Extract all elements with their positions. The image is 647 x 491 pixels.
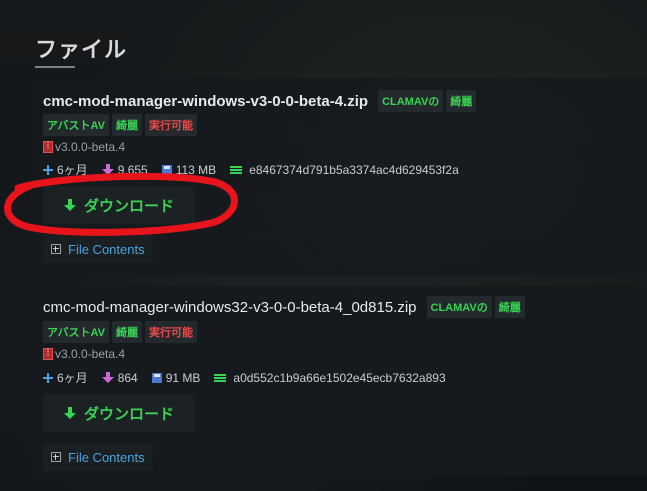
avast-status-badge: 綺麗 — [112, 114, 143, 136]
filename: cmc-mod-manager-windows32-v3-0-0-beta-4_… — [43, 298, 417, 316]
expand-box-icon — [51, 452, 61, 462]
archive-icon — [43, 348, 53, 360]
avast-status-badge: 綺麗 — [112, 321, 143, 343]
av-row: アバストAV 綺麗 実行可能 — [43, 114, 198, 136]
version-text: v3.0.0-beta.4 — [55, 347, 126, 361]
archive-icon — [43, 141, 53, 153]
avast-label: アバストAV — [43, 114, 110, 136]
age-item: 6ヶ月 — [43, 369, 88, 386]
plus-icon — [43, 372, 53, 383]
hash-item: a0d552c1b9a66e1502e45ecb7632a893 — [214, 370, 446, 385]
version-text: v3.0.0-beta.4 — [55, 140, 126, 154]
hash-text: a0d552c1b9a66e1502e45ecb7632a893 — [233, 370, 446, 385]
clamav-status-badge: 綺麗 — [446, 90, 477, 112]
avast-label: アバストAV — [43, 321, 110, 343]
executable-badge: 実行可能 — [145, 321, 198, 343]
file-contents-link[interactable]: File Contents — [43, 443, 153, 471]
filename-row: cmc-mod-manager-windows-v3-0-0-beta-4.zi… — [43, 90, 477, 112]
expand-box-icon — [51, 244, 61, 254]
hash-lines-icon — [214, 373, 227, 382]
arrow-down-icon — [63, 407, 76, 419]
file-card: cmc-mod-manager-windows32-v3-0-0-beta-4_… — [30, 286, 647, 476]
download-button[interactable]: ダウンロード — [43, 394, 195, 432]
annotation-circle — [4, 172, 238, 236]
size-text: 91 MB — [165, 370, 201, 385]
downloads-count: 864 — [117, 370, 138, 385]
title-underline — [35, 66, 75, 68]
file-contents-label: File Contents — [68, 241, 145, 257]
file-contents-label: File Contents — [68, 449, 145, 465]
section-title: ファイル — [35, 37, 128, 62]
hash-text: e8467374d791b5a3374ac4d629453f2a — [249, 162, 459, 177]
version-row: v3.0.0-beta.4 — [43, 140, 125, 154]
download-label: ダウンロード — [83, 405, 174, 423]
hash-item: e8467374d791b5a3374ac4d629453f2a — [230, 163, 459, 177]
size-item: 91 MB — [151, 370, 201, 385]
filename: cmc-mod-manager-windows-v3-0-0-beta-4.zi… — [43, 92, 369, 110]
disk-icon — [151, 372, 162, 383]
version-row: v3.0.0-beta.4 — [43, 347, 125, 361]
filename-row: cmc-mod-manager-windows32-v3-0-0-beta-4_… — [43, 296, 525, 318]
clamav-label: CLAMAVの — [378, 90, 444, 112]
age-text: 6ヶ月 — [57, 371, 88, 385]
download-arrow-icon — [101, 372, 114, 383]
av-row: アバストAV 綺麗 実行可能 — [43, 321, 198, 343]
meta-row: 6ヶ月 864 91 MB a0d552c1b9a66e1502e45ecb76… — [43, 369, 460, 386]
downloads-item: 864 — [101, 370, 138, 385]
executable-badge: 実行可能 — [145, 114, 198, 136]
clamav-label: CLAMAVの — [426, 296, 492, 318]
clamav-status-badge: 綺麗 — [494, 296, 525, 318]
